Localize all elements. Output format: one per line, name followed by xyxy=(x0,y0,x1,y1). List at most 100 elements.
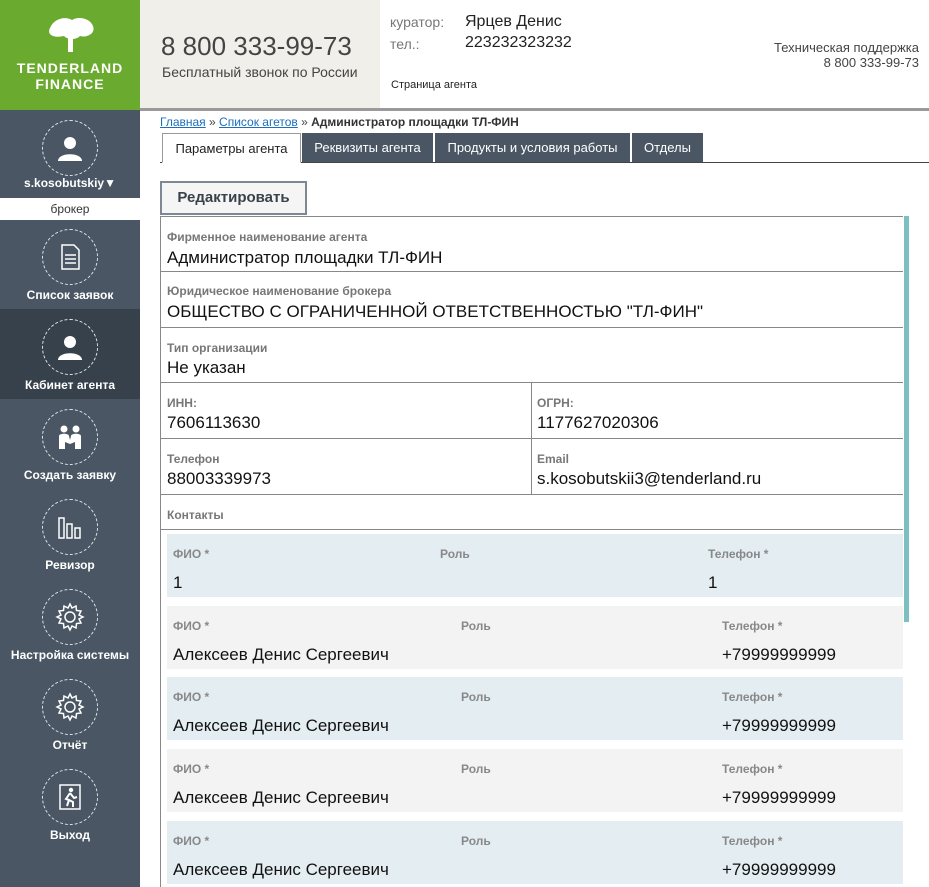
fio-label: ФИО * xyxy=(173,690,210,704)
phone-value: +79999999999 xyxy=(722,716,836,735)
nav-item-requests[interactable]: Список заявок xyxy=(0,219,140,309)
phone-value: 88003339973 xyxy=(167,469,272,488)
nav-circle xyxy=(42,589,98,645)
tab-products[interactable]: Продукты и условия работы xyxy=(435,133,631,162)
role-label: Роль xyxy=(461,762,491,776)
phone-value: 1 xyxy=(708,573,718,592)
fio-value: 1 xyxy=(173,573,183,592)
field-label: Юридическое наименование брокера xyxy=(167,284,392,298)
handshake-icon xyxy=(59,425,81,449)
sidebar: TENDERLAND FINANCE s.kosobutskiy▼ брокер… xyxy=(0,0,140,887)
tab-departments[interactable]: Отделы xyxy=(632,133,704,162)
hotline-box: 8 800 333-99-73 Бесплатный звонок по Рос… xyxy=(140,0,380,110)
fio-value: Алексеев Денис Сергеевич xyxy=(173,860,389,879)
role-label: Роль xyxy=(461,619,491,633)
nav-circle xyxy=(42,409,98,465)
avatar[interactable] xyxy=(42,120,98,176)
header-divider xyxy=(140,108,929,111)
nav-circle xyxy=(42,679,98,735)
nav-label: Ревизор xyxy=(45,558,95,572)
nav-circle xyxy=(42,769,98,825)
nav-label: Отчёт xyxy=(52,738,88,752)
email-value: s.kosobutskii3@tenderland.ru xyxy=(537,469,762,488)
user-block: s.kosobutskiy▼ брокер xyxy=(0,110,140,220)
support-info: Техническая поддержка 8 800 333-99-73 xyxy=(774,40,919,70)
phone-value: +79999999999 xyxy=(722,860,836,879)
agent-params-panel: Фирменное наименование агента Администра… xyxy=(160,216,903,887)
logo-line2: FINANCE xyxy=(35,76,105,92)
phone-label: Телефон xyxy=(167,452,220,466)
phone-label: Телефон * xyxy=(722,834,783,848)
field-legal-name: Юридическое наименование брокера ОБЩЕСТВ… xyxy=(161,272,903,328)
field-label: Тип организации xyxy=(167,341,268,355)
nav-label: Настройка системы xyxy=(10,648,130,662)
field-row-phone-email: Телефон 88003339973 Email s.kosobutskii3… xyxy=(161,439,903,495)
nav-circle xyxy=(42,229,98,285)
nav-item-logout[interactable]: Выход xyxy=(0,759,140,849)
field-org-type: Тип организации Не указан xyxy=(161,328,903,383)
nav-item-revizor[interactable]: Ревизор xyxy=(0,489,140,579)
nav-item-create-request[interactable]: Создать заявку xyxy=(0,399,140,489)
curator-tel-value: 223232323232 xyxy=(465,34,572,51)
breadcrumb-home[interactable]: Главная xyxy=(160,115,206,129)
breadcrumb-sep: » xyxy=(297,115,312,129)
contact-card[interactable]: ФИО * Роль Телефон * Алексеев Денис Серг… xyxy=(167,606,903,669)
inn-value: 7606113630 xyxy=(167,413,261,432)
header: 8 800 333-99-73 Бесплатный звонок по Рос… xyxy=(140,0,929,110)
contact-card[interactable]: ФИО * Роль Телефон * 1 1 xyxy=(167,534,903,597)
nav-label: Список заявок xyxy=(26,288,114,302)
panel-scrollbar[interactable] xyxy=(904,216,909,622)
field-row-inn-ogrn: ИНН: 7606113630 ОГРН: 1177627020306 xyxy=(161,383,903,439)
fio-label: ФИО * xyxy=(173,619,210,633)
logo[interactable]: TENDERLAND FINANCE xyxy=(0,0,140,110)
exit-icon xyxy=(59,784,81,810)
fio-value: Алексеев Денис Сергеевич xyxy=(173,645,389,664)
fio-label: ФИО * xyxy=(173,547,210,561)
field-value: Не указан xyxy=(167,358,246,377)
nav-item-report[interactable]: Отчёт xyxy=(0,669,140,759)
fio-value: Алексеев Денис Сергеевич xyxy=(173,788,389,807)
tree-logo-icon xyxy=(49,18,94,52)
breadcrumb-sep: » xyxy=(205,115,220,129)
contact-card[interactable]: ФИО * Роль Телефон * Алексеев Денис Серг… xyxy=(167,821,903,884)
field-value: ОБЩЕСТВО С ОГРАНИЧЕННОЙ ОТВЕТСТВЕННОСТЬЮ… xyxy=(167,302,704,321)
field-brand-name: Фирменное наименование агента Администра… xyxy=(161,216,903,272)
phone-label: Телефон * xyxy=(708,547,769,561)
user-icon xyxy=(58,137,82,161)
support-phone[interactable]: 8 800 333-99-73 xyxy=(774,55,919,70)
tab-bar: Параметры агента Реквизиты агента Продук… xyxy=(160,133,929,163)
curator-tel-label: тел.: xyxy=(390,36,420,52)
edit-button[interactable]: Редактировать xyxy=(160,181,307,215)
phone-label: Телефон * xyxy=(722,619,783,633)
gear-icon xyxy=(55,602,85,632)
bar-chart-icon xyxy=(58,517,81,539)
curator-value: Ярцев Денис xyxy=(465,13,562,30)
nav-label: Выход xyxy=(49,828,91,842)
hotline-phone[interactable]: 8 800 333-99-73 xyxy=(161,31,352,62)
tab-agent-requisites[interactable]: Реквизиты агента xyxy=(302,133,434,162)
nav-label: Создать заявку xyxy=(23,468,117,482)
field-value: Администратор площадки ТЛ-ФИН xyxy=(167,248,443,267)
column-divider xyxy=(531,383,532,438)
phone-label: Телефон * xyxy=(722,762,783,776)
phone-label: Телефон * xyxy=(722,690,783,704)
nav-circle xyxy=(42,319,98,375)
username-dropdown[interactable]: s.kosobutskiy▼ xyxy=(0,176,140,190)
fio-value: Алексеев Денис Сергеевич xyxy=(173,716,389,735)
contact-card[interactable]: ФИО * Роль Телефон * Алексеев Денис Серг… xyxy=(167,677,903,740)
fio-label: ФИО * xyxy=(173,834,210,848)
breadcrumb: Главная » Список агетов » Администратор … xyxy=(160,115,519,129)
tab-agent-params[interactable]: Параметры агента xyxy=(162,133,301,163)
nav-item-agent-cabinet[interactable]: Кабинет агента xyxy=(0,309,140,399)
ogrn-value: 1177627020306 xyxy=(537,413,659,432)
role-label: Роль xyxy=(461,690,491,704)
support-title: Техническая поддержка xyxy=(774,40,919,55)
phone-value: +79999999999 xyxy=(722,645,836,664)
inn-label: ИНН: xyxy=(167,396,197,410)
breadcrumb-agents-list[interactable]: Список агетов xyxy=(219,115,298,129)
nav-item-system-settings[interactable]: Настройка системы xyxy=(0,579,140,669)
logo-line1: TENDERLAND xyxy=(16,60,124,76)
contact-card[interactable]: ФИО * Роль Телефон * Алексеев Денис Серг… xyxy=(167,749,903,812)
ogrn-label: ОГРН: xyxy=(537,396,574,410)
nav-label: Кабинет агента xyxy=(24,378,116,392)
